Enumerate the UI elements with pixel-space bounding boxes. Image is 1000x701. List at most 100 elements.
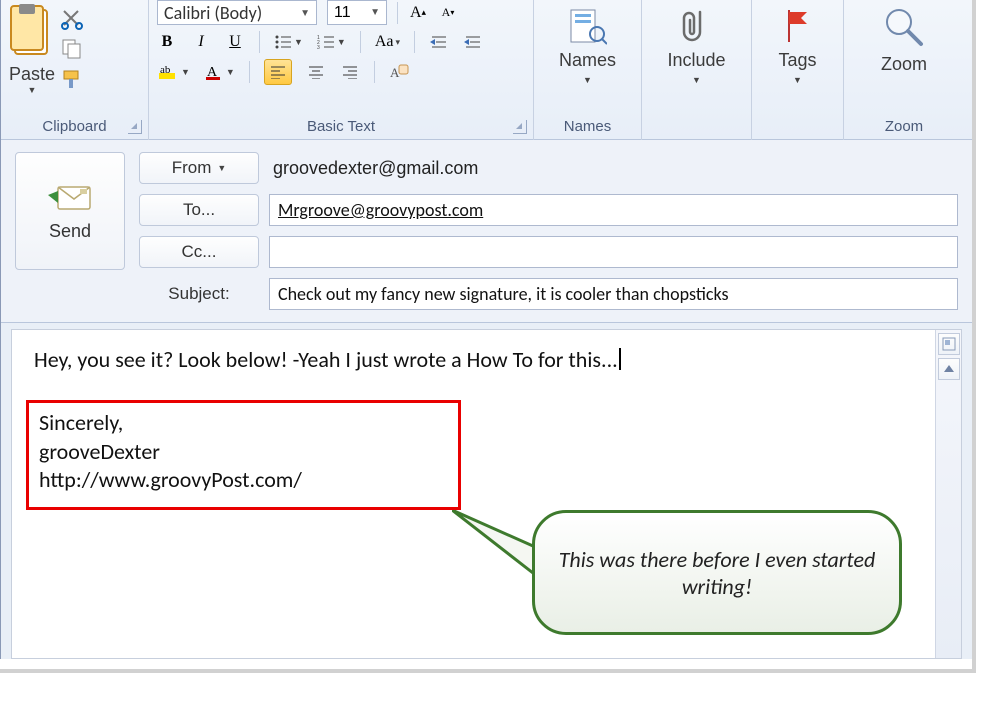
chevron-down-icon: ▼: [217, 163, 226, 173]
font-color-button[interactable]: A ▼: [204, 63, 235, 81]
ribbon: Paste ▼: [1, 0, 972, 140]
number-list-icon: 1 2 3: [317, 34, 335, 50]
text-caret: [619, 348, 621, 370]
separator: [360, 31, 361, 53]
subject-field[interactable]: Check out my fancy new signature, it is …: [269, 278, 958, 310]
to-value: Mrgroove@groovypost.com: [278, 199, 483, 221]
to-button[interactable]: To...: [139, 194, 259, 226]
cut-button[interactable]: [61, 8, 83, 30]
svg-text:3: 3: [317, 45, 320, 50]
copy-icon: [61, 38, 83, 60]
highlight-button[interactable]: ab ▼: [157, 63, 190, 81]
dialog-launcher-icon[interactable]: [513, 120, 527, 134]
send-label: Send: [49, 221, 91, 242]
paste-split-button[interactable]: Paste ▼: [9, 4, 55, 95]
dialog-launcher-icon[interactable]: [128, 120, 142, 134]
bullet-list-icon: [274, 34, 292, 50]
send-button[interactable]: Send: [15, 152, 125, 270]
from-button[interactable]: From ▼: [139, 152, 259, 184]
callout-text: This was there before I even started wri…: [557, 546, 877, 600]
from-label: From: [172, 158, 212, 178]
to-field[interactable]: Mrgroove@groovypost.com: [269, 194, 958, 226]
chevron-down-icon: ▼: [181, 67, 190, 77]
vertical-scrollbar[interactable]: [935, 330, 961, 658]
signature-line: http://www.groovyPost.com/: [39, 466, 448, 495]
group-label-include: [642, 132, 751, 140]
tags-label: Tags: [778, 50, 816, 71]
subject-value: Check out my fancy new signature, it is …: [278, 283, 729, 305]
group-label-tags: [752, 132, 843, 140]
magnifier-icon: [883, 6, 925, 50]
group-names: Names ▼ Names: [534, 0, 642, 140]
clear-formatting-button[interactable]: A: [389, 62, 409, 82]
align-left-button[interactable]: [264, 59, 292, 85]
underline-button[interactable]: U: [225, 32, 245, 52]
message-body[interactable]: Hey, you see it? Look below! -Yeah I jus…: [11, 329, 962, 659]
selection-pane-icon[interactable]: [938, 333, 960, 355]
scroll-up-button[interactable]: [938, 358, 960, 380]
font-size-value: 11: [334, 4, 351, 22]
chevron-down-icon: ▼: [28, 85, 37, 95]
zoom-label: Zoom: [881, 54, 927, 75]
envelope-send-icon: [46, 181, 94, 215]
message-header: Send From ▼ groovedexter@gmail.com To...…: [1, 140, 972, 323]
font-name-value: Calibri (Body): [164, 2, 262, 24]
decrease-indent-button[interactable]: [429, 32, 449, 52]
signature-line: grooveDexter: [39, 438, 448, 467]
separator: [259, 31, 260, 53]
grow-font-button[interactable]: A▴: [408, 3, 428, 23]
flag-icon: [783, 6, 813, 46]
names-button[interactable]: Names ▼: [549, 4, 626, 85]
chevron-down-icon: ▼: [692, 75, 701, 85]
names-label: Names: [559, 50, 616, 71]
format-painter-button[interactable]: [61, 68, 83, 90]
align-right-button[interactable]: [340, 62, 360, 82]
include-label: Include: [667, 50, 725, 71]
bullets-button[interactable]: ▼: [274, 34, 303, 50]
font-color-icon: A: [204, 63, 224, 81]
group-label-names: Names: [534, 115, 641, 140]
change-case-button[interactable]: Aa▾: [375, 33, 400, 51]
align-right-icon: [342, 65, 358, 79]
include-button[interactable]: Include ▼: [657, 4, 735, 85]
tags-button[interactable]: Tags ▼: [768, 4, 826, 85]
indent-icon: [464, 34, 482, 50]
bold-button[interactable]: B: [157, 32, 177, 52]
group-zoom: Zoom Zoom: [844, 0, 964, 140]
svg-text:ab: ab: [160, 64, 171, 76]
increase-indent-button[interactable]: [463, 32, 483, 52]
clear-formatting-icon: A: [389, 63, 409, 81]
chevron-down-icon: ▼: [370, 7, 380, 18]
cc-field[interactable]: [269, 236, 958, 268]
paste-label: Paste: [9, 64, 55, 85]
chevron-down-icon: ▼: [300, 6, 310, 19]
shrink-font-button[interactable]: A▾: [438, 3, 458, 23]
chevron-down-icon: ▼: [583, 75, 592, 85]
format-painter-icon: [61, 68, 83, 90]
paste-icon: [9, 4, 55, 64]
highlight-icon: ab: [157, 63, 179, 81]
group-label-basic-text: Basic Text: [149, 115, 533, 140]
group-basic-text: Calibri (Body) ▼ 11 ▼ A▴ A▾ B I U: [149, 0, 534, 140]
numbering-button[interactable]: 1 2 3 ▼: [317, 34, 346, 50]
chevron-down-icon: ▼: [294, 37, 303, 47]
zoom-button[interactable]: Zoom: [871, 4, 937, 75]
subject-label: Subject:: [139, 284, 259, 304]
separator: [414, 31, 415, 53]
cc-button[interactable]: Cc...: [139, 236, 259, 268]
separator: [249, 61, 250, 83]
align-center-button[interactable]: [306, 62, 326, 82]
group-label-zoom: Zoom: [844, 115, 964, 140]
copy-button[interactable]: [61, 38, 83, 60]
signature-highlight-box: Sincerely, grooveDexter http://www.groov…: [26, 400, 461, 510]
group-include: Include ▼: [642, 0, 752, 140]
font-name-dropdown[interactable]: Calibri (Body) ▼: [157, 0, 317, 25]
body-line: Hey, you see it? Look below! -Yeah I jus…: [34, 346, 939, 373]
font-size-dropdown[interactable]: 11 ▼: [327, 0, 387, 25]
italic-button[interactable]: I: [191, 32, 211, 52]
align-center-icon: [308, 65, 324, 79]
chevron-down-icon: ▼: [226, 67, 235, 77]
outdent-icon: [430, 34, 448, 50]
paperclip-icon: [682, 6, 710, 46]
align-left-icon: [270, 65, 286, 79]
